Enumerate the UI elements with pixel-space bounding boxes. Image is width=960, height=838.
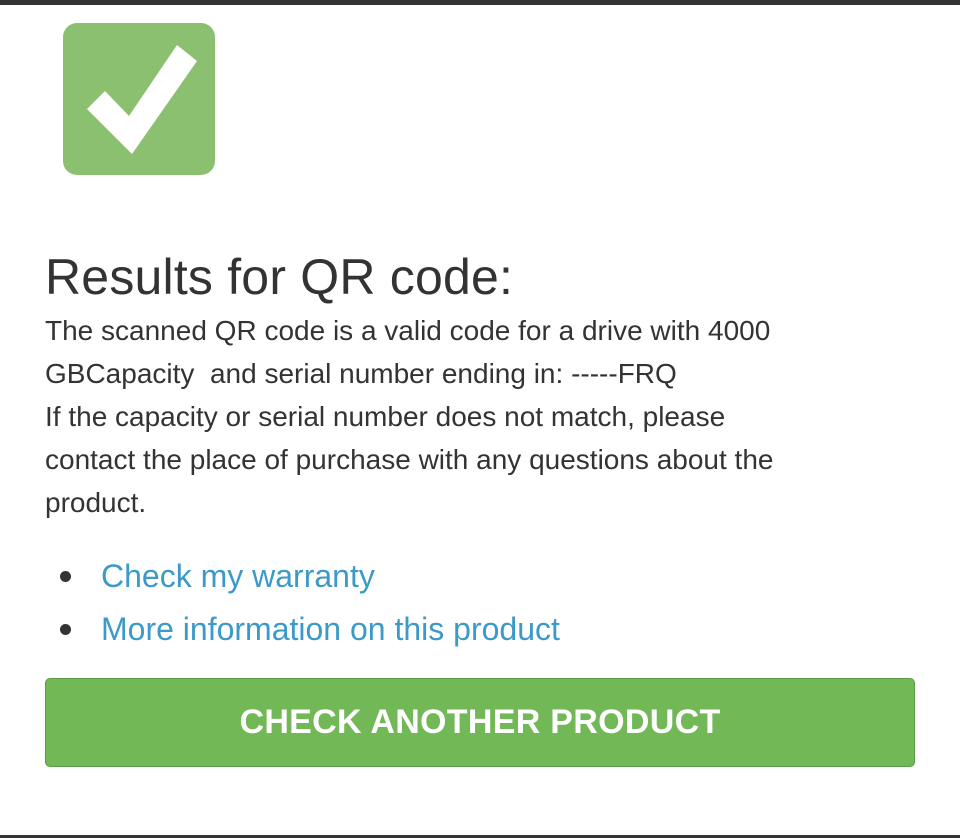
link-list: Check my warranty More information on th… (45, 552, 560, 658)
page-title: Results for QR code: (45, 249, 514, 305)
result-line: product. (45, 487, 147, 518)
success-badge (63, 23, 215, 175)
list-item: More information on this product (45, 605, 560, 658)
product-info-link[interactable]: More information on this product (101, 611, 560, 647)
check-warranty-link[interactable]: Check my warranty (101, 558, 375, 594)
result-message: The scanned QR code is a valid code for … (45, 309, 905, 524)
checkmark-icon (87, 45, 197, 154)
result-line: contact the place of purchase with any q… (45, 444, 774, 475)
top-border (0, 0, 960, 5)
result-line: GBCapacity and serial number ending in: … (45, 358, 677, 389)
check-another-product-button[interactable]: CHECK ANOTHER PRODUCT (45, 678, 915, 767)
bullet-icon (60, 571, 71, 582)
result-line: The scanned QR code is a valid code for … (45, 315, 771, 346)
list-item: Check my warranty (45, 552, 560, 605)
bullet-icon (60, 624, 71, 635)
result-line: If the capacity or serial number does no… (45, 401, 726, 432)
